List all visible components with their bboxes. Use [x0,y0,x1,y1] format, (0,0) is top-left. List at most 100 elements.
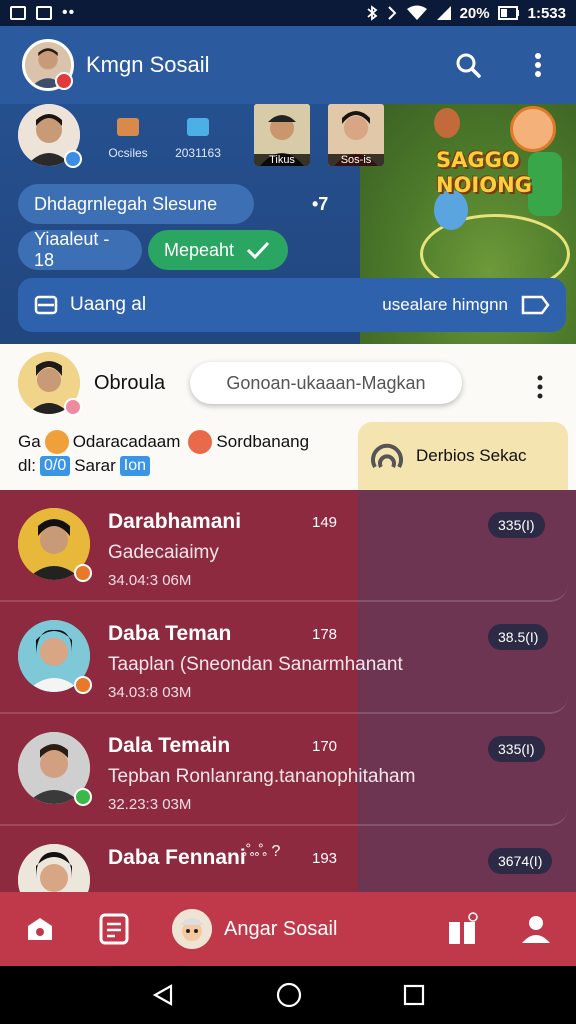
security-card[interactable]: Derbios Sekac [358,422,568,490]
screen-icon [187,118,209,136]
contact-name: Daba Teman [108,622,232,645]
unread-badge: 3674(I) [488,848,553,874]
unread-badge: 335(I) [488,512,545,538]
person-icon [18,844,90,892]
more-options-button[interactable] [522,49,554,81]
banner-label: Uaang al [70,294,147,315]
profile-avatar[interactable] [18,352,82,416]
character-icon [528,152,562,216]
back-icon[interactable] [151,983,175,1007]
story-avatar[interactable] [18,104,82,168]
tag-icon [521,295,550,315]
home-circle-icon[interactable] [276,982,302,1008]
notification-badge-icon [55,72,73,90]
contact-extra: ஃஃ ? [242,843,281,860]
banner-right-text: usealare himgnn [382,295,508,314]
story-thumbnail[interactable]: Tikus [254,104,310,166]
contact-name: Daba Fennani [108,846,246,869]
image-notification-icon [10,6,26,20]
list-item[interactable]: Daba Teman 178 Taaplan (Sneondan Sanarmh… [0,602,568,714]
tag-chip: Ion [119,456,151,476]
status-banner[interactable]: Uaang al usealare himgnn [18,278,566,332]
home-icon [28,918,52,940]
battery-icon [497,6,519,20]
avatar[interactable] [22,39,74,91]
recents-icon[interactable] [403,984,425,1006]
stories-section: SAGGO NOIONG Ocsiles 2031163 Tikus Sos-i… [0,104,576,344]
profile-icon [522,916,550,943]
lion-emoji-icon [44,430,69,454]
online-badge-icon [74,788,92,806]
contact-name: Darabhamani [108,510,242,533]
check-icon [247,241,270,260]
app-bar: Kmgn Sosail [0,26,576,104]
unread-badge: 335(I) [488,736,545,762]
search-button[interactable] [452,49,484,81]
shield-icon [371,443,403,469]
wifi-icon [406,5,427,20]
topic-pill[interactable]: Dhdagrnlegah Slesune [18,184,254,224]
timestamp: 32.23:3 03M [108,796,192,813]
timestamp: 34.04:3 06M [108,572,192,589]
menu-box-icon [34,295,58,315]
thumbnail-label: Sos-is [328,154,384,166]
nav-feed[interactable] [98,913,130,945]
loading-indicator: •7 [312,194,329,214]
bluetooth-icon [367,5,378,21]
contact-count: 193 [312,850,338,867]
list-item[interactable]: Dala Temain 170 Tepban Ronlanrang.tanano… [0,714,568,826]
profile-name: Obroula [94,372,166,394]
status-badge-icon [74,564,92,582]
chat-list: Darabhamani 149 Gadecaiaimy 34.04:3 06M … [0,490,576,892]
story-thumbnail[interactable]: Sos-is [328,104,384,166]
face-emoji-icon [188,430,213,454]
status-bar: •• 20% 1:533 [0,0,576,26]
nav-profile[interactable] [520,913,552,945]
unread-badge: 38.5(I) [488,624,549,650]
filter-pill[interactable]: Yiaaleut - 18 [18,229,142,270]
follow-button[interactable]: Mepeaht [148,230,288,270]
nav-gifts[interactable] [446,912,478,945]
timestamp: 34.03:8 03M [108,684,192,701]
profile-strip: Obroula Gonoan-ukaaan-Magkan Ga Odaracad… [0,344,576,490]
game-title: SAGGO NOIONG [436,148,532,197]
list-item[interactable]: Daba Fennani ஃஃ ? 193 3674(I) [0,826,568,892]
status-badge-icon [74,676,92,694]
avatar[interactable] [18,732,92,806]
count-chip: 0/0 [39,456,71,476]
battery-percent: 20% [459,4,490,22]
heart-badge-icon [64,398,82,416]
contact-count: 178 [312,626,338,643]
stat-likes: Ocsiles [98,118,158,160]
gift-icon [449,912,478,944]
document-icon [99,913,129,945]
app-title: Kmgn Sosail [86,52,210,77]
avatar[interactable] [18,508,92,582]
last-message: Tepban Ronlanrang.tananophitaham [108,766,416,787]
avatar[interactable] [18,620,92,694]
gallery-icon [117,118,139,136]
info-line-1: Ga Odaracadaam Sordbanang [18,430,309,454]
verified-icon [64,150,82,168]
more-vert-icon [535,53,541,77]
more-notifications-icon: •• [62,4,76,21]
info-line-2: dl: 0/0 Sarar Ion [18,456,151,476]
avatar[interactable] [18,844,90,892]
nav-center[interactable]: Angar Sosail [172,909,337,949]
contact-count: 149 [312,514,338,531]
nav-home[interactable] [24,913,56,945]
search-icon [456,53,481,78]
contact-name: Dala Temain [108,734,231,757]
thumbnail-label: Tikus [254,154,310,166]
nav-center-label: Angar Sosail [224,917,338,940]
list-item[interactable]: Darabhamani 149 Gadecaiaimy 34.04:3 06M … [0,490,568,602]
character-icon [434,108,460,138]
document-notification-icon [36,6,52,20]
more-vert-icon[interactable] [536,374,544,400]
character-icon [510,106,556,152]
search-input[interactable]: Gonoan-ukaaan-Magkan [190,362,462,404]
system-nav-bar [0,966,576,1024]
clock: 1:533 [527,4,566,22]
stat-views: 2031163 [168,118,228,160]
bottom-nav: Angar Sosail [0,892,576,966]
